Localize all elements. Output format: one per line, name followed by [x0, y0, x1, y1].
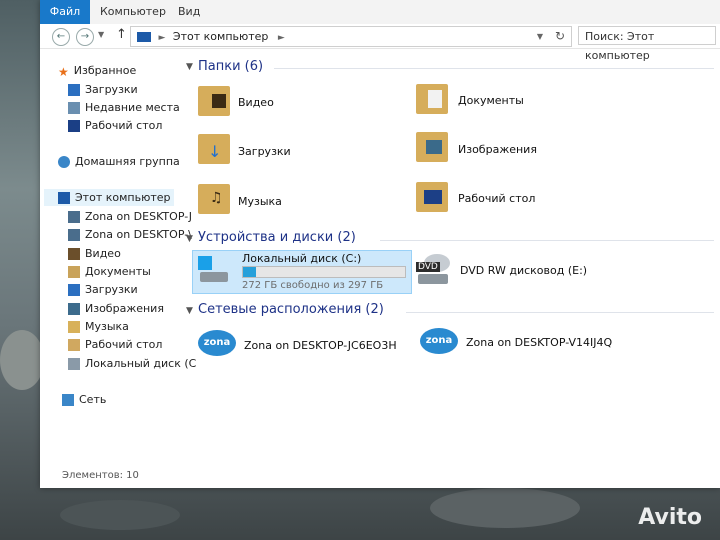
- sidebar-item-desktop-pc[interactable]: Рабочий стол: [68, 338, 162, 351]
- group-network-header[interactable]: Сетевые расположения (2): [198, 302, 384, 317]
- folder-video-label[interactable]: Видео: [238, 96, 274, 109]
- downloads-icon: [68, 84, 80, 96]
- homegroup-icon: [58, 156, 70, 168]
- sidebar-item-downloads[interactable]: Загрузки: [68, 83, 138, 96]
- sidebar-item-documents[interactable]: Документы: [68, 265, 151, 278]
- drive-c-free-space: 272 ГБ свободно из 297 ГБ: [242, 280, 384, 291]
- rock-left: [0, 330, 44, 390]
- menu-file[interactable]: Файл: [40, 0, 90, 24]
- up-button[interactable]: ↑: [116, 27, 127, 42]
- downloads-folder-icon: [68, 284, 80, 296]
- network-icon: [62, 394, 74, 406]
- address-bar: ← → ▼ ↑ ► Этот компьютер ► ▼ ↻ Поиск: Эт…: [40, 24, 720, 62]
- desktop-folder-icon[interactable]: [416, 182, 448, 212]
- sidebar-item-local-disk[interactable]: Локальный диск (C: [68, 357, 196, 370]
- pictures-folder-icon[interactable]: [416, 132, 448, 162]
- navigation-pane: ★ Избранное Загрузки Недавние места Рабоч…: [40, 56, 196, 476]
- documents-folder-icon[interactable]: [416, 84, 448, 114]
- recent-dropdown-icon[interactable]: ▼: [98, 30, 104, 39]
- folder-pictures-label[interactable]: Изображения: [458, 143, 537, 156]
- network-item-2-label[interactable]: Zona on DESKTOP-V14IJ4Q: [466, 336, 612, 349]
- desktop-icon: [68, 120, 80, 132]
- drive-c-usage-fill: [243, 267, 256, 277]
- network-item-1-label[interactable]: Zona on DESKTOP-JC6EO3H: [244, 339, 397, 352]
- star-icon: ★: [58, 65, 69, 79]
- music-folder-icon[interactable]: ♫: [198, 184, 230, 214]
- group-folders-header[interactable]: Папки (6): [198, 59, 263, 74]
- video-folder-icon: [68, 248, 80, 260]
- hard-drive-icon: [68, 358, 80, 370]
- chevron-right-icon: ►: [158, 33, 166, 43]
- collapse-folders-icon[interactable]: ▼: [186, 62, 193, 72]
- dvd-drive-icon[interactable]: DVD: [416, 254, 452, 286]
- address-dropdown-icon[interactable]: ▼: [537, 27, 543, 46]
- pictures-folder-icon: [68, 303, 80, 315]
- refresh-icon[interactable]: ↻: [555, 27, 565, 46]
- chevron-right-icon: ►: [277, 33, 285, 43]
- explorer-window: Файл Компьютер Вид ← → ▼ ↑ ► Этот компью…: [40, 0, 720, 488]
- search-input[interactable]: Поиск: Этот компьютер: [578, 26, 716, 62]
- drive-dvd-name[interactable]: DVD RW дисковод (E:): [460, 264, 587, 277]
- address-input[interactable]: ► Этот компьютер ► ▼ ↻: [130, 26, 572, 47]
- sidebar-item-zona2[interactable]: Zona on DESKTOP-\: [68, 228, 192, 241]
- content-pane: ▼ Папки (6) Видео Документы ↓ Загрузки И…: [184, 52, 720, 472]
- group-divider: [406, 312, 714, 313]
- folder-music-label[interactable]: Музыка: [238, 195, 282, 208]
- sidebar-item-downloads-pc[interactable]: Загрузки: [68, 283, 138, 296]
- music-folder-icon: [68, 321, 80, 333]
- drive-c-usage-bar: [242, 266, 406, 278]
- address-path: Этот компьютер: [172, 30, 269, 43]
- collapse-devices-icon[interactable]: ▼: [186, 234, 193, 244]
- zona-network-icon[interactable]: zona: [420, 328, 458, 354]
- folder-desktop-label[interactable]: Рабочий стол: [458, 192, 535, 205]
- rock-bottom-left: [60, 500, 180, 530]
- recent-places-icon: [68, 102, 80, 114]
- status-item-count: Элементов: 10: [62, 470, 139, 481]
- forward-button[interactable]: →: [76, 28, 94, 46]
- windows-drive-icon: [198, 256, 228, 284]
- rock-bottom-mid: [430, 488, 580, 528]
- sidebar-homegroup[interactable]: Домашняя группа: [58, 155, 180, 168]
- menu-bar: Файл Компьютер Вид: [40, 0, 720, 25]
- computer-icon: [137, 32, 151, 42]
- sidebar-this-pc[interactable]: Этот компьютер: [44, 189, 174, 206]
- documents-folder-icon: [68, 266, 80, 278]
- sidebar-network[interactable]: Сеть: [62, 393, 106, 406]
- downloads-folder-icon[interactable]: ↓: [198, 134, 230, 164]
- desktop-folder-icon: [68, 339, 80, 351]
- network-drive-icon: [68, 229, 80, 241]
- group-divider: [380, 240, 714, 241]
- sidebar-item-pictures[interactable]: Изображения: [68, 302, 164, 315]
- video-folder-icon[interactable]: [198, 86, 230, 116]
- back-button[interactable]: ←: [52, 28, 70, 46]
- computer-icon: [58, 192, 70, 204]
- group-devices-header[interactable]: Устройства и диски (2): [198, 230, 356, 245]
- sidebar-item-music[interactable]: Музыка: [68, 320, 129, 333]
- group-divider: [274, 68, 714, 69]
- folder-documents-label[interactable]: Документы: [458, 94, 524, 107]
- sidebar-item-video[interactable]: Видео: [68, 247, 121, 260]
- menu-view[interactable]: Вид: [178, 0, 200, 24]
- folder-downloads-label[interactable]: Загрузки: [238, 145, 291, 158]
- sidebar-favorites[interactable]: ★ Избранное: [58, 64, 136, 79]
- sidebar-item-recent[interactable]: Недавние места: [68, 101, 180, 114]
- sidebar-item-desktop[interactable]: Рабочий стол: [68, 119, 162, 132]
- drive-c-name[interactable]: Локальный диск (C:): [242, 252, 361, 265]
- network-drive-icon: [68, 211, 80, 223]
- collapse-network-icon[interactable]: ▼: [186, 306, 193, 316]
- menu-computer[interactable]: Компьютер: [100, 0, 166, 24]
- sidebar-item-zona1[interactable]: Zona on DESKTOP-J: [68, 210, 192, 223]
- zona-network-icon[interactable]: zona: [198, 330, 236, 356]
- avito-watermark: Avito: [638, 505, 702, 530]
